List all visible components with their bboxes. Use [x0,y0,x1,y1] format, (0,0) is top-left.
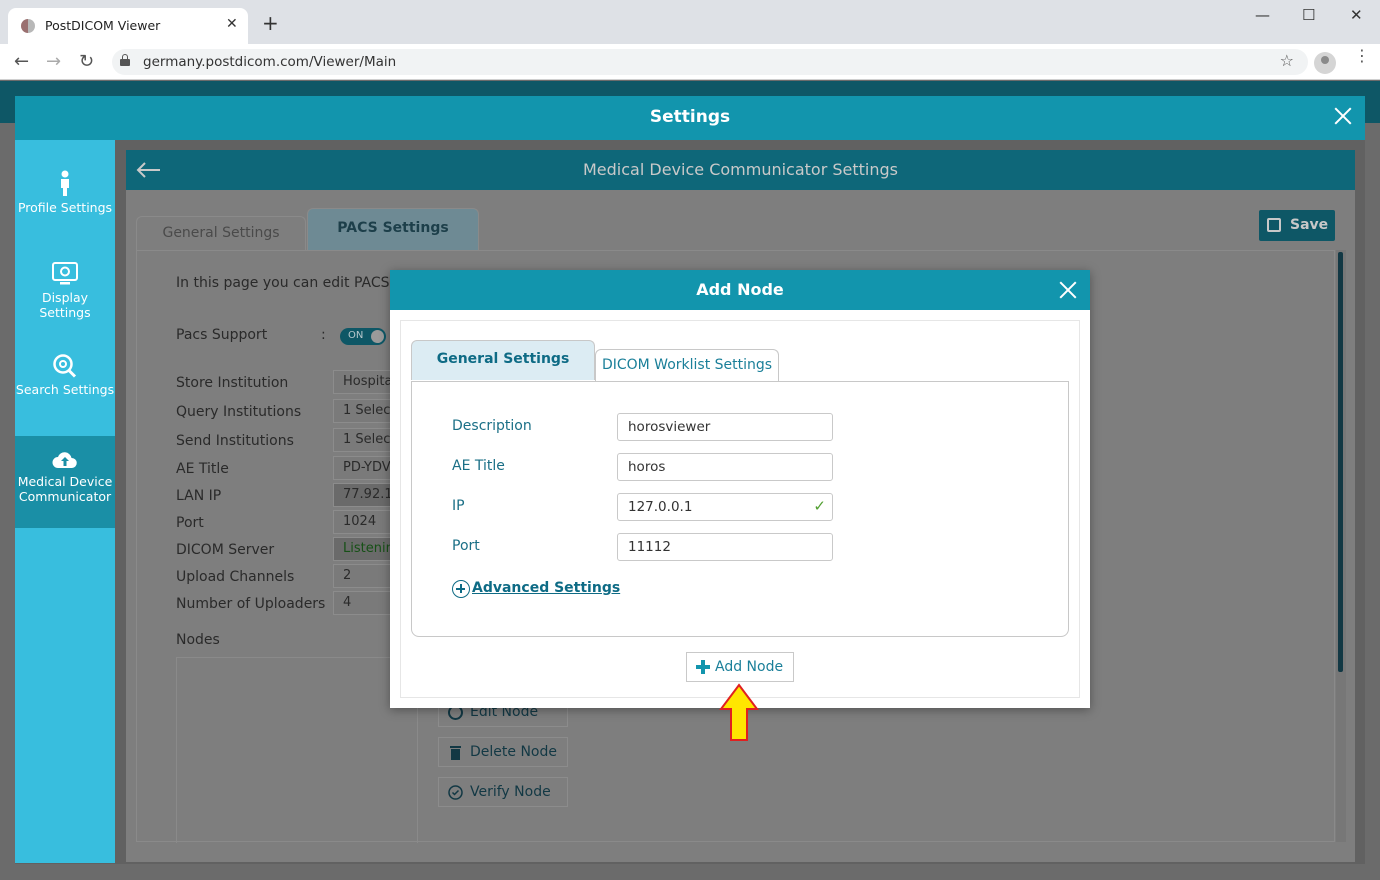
highlight-arrow-icon [719,683,759,741]
cloud-upload-icon [52,452,77,468]
sidebar-item-medical-device[interactable]: Medical Device Communicator [15,436,115,528]
scrollbar-thumb[interactable] [1338,252,1343,672]
tab-general-settings[interactable]: General Settings [136,216,306,250]
tab-node-general-settings[interactable]: General Settings [411,340,595,380]
toggle-knob [371,330,384,343]
tab-label: PACS Settings [337,220,449,236]
trash-icon [450,746,461,760]
url-text: germany.postdicom.com/Viewer/Main [143,54,397,70]
ip-label: IP [452,498,465,514]
new-tab-icon[interactable]: + [262,13,279,33]
save-button[interactable]: Save [1259,210,1335,241]
browser-menu-icon[interactable]: ⋮ [1354,48,1370,64]
sidebar-item-label: Profile Settings [17,200,113,215]
address-bar: ← → ↻ germany.postdicom.com/Viewer/Main … [0,44,1380,80]
description-input[interactable]: horosviewer [617,413,833,441]
mdc-panel-title: Medical Device Communicator Settings [583,160,898,179]
mdc-panel-header: Medical Device Communicator Settings [126,150,1355,190]
minimize-icon[interactable]: — [1255,6,1270,24]
browser-tab-title: PostDICOM Viewer [45,18,161,33]
delete-node-button[interactable]: Delete Node [438,737,568,767]
ae-title-label: AE Title [452,458,505,474]
add-node-title: Add Node [696,280,784,299]
plus-circle-icon [452,580,470,598]
settings-sidebar: Profile Settings Display Settings Search… [15,140,115,863]
pacs-intro-text: In this page you can edit PACS Ser [176,275,418,291]
pacs-support-toggle[interactable]: ON [340,328,386,345]
ae-title-input[interactable]: horos [617,453,833,481]
verify-node-label: Verify Node [470,784,551,800]
profile-avatar-icon[interactable] [1314,52,1336,74]
url-field[interactable]: germany.postdicom.com/Viewer/Main ☆ [112,49,1308,75]
sidebar-item-display[interactable]: Display Settings [15,262,115,354]
browser-tabstrip: PostDICOM Viewer ✕ + — ☐ ✕ [0,0,1380,44]
bookmark-star-icon[interactable]: ☆ [1280,51,1294,70]
tab-pacs-settings[interactable]: PACS Settings [307,208,479,250]
close-tab-icon[interactable]: ✕ [226,16,238,32]
ip-input[interactable]: 127.0.0.1 ✓ [617,493,833,521]
postdicom-favicon-icon [21,19,35,33]
save-label: Save [1290,217,1329,233]
field-label-upload-channels: Upload Channels [176,569,295,585]
port-label: Port [452,538,480,554]
sidebar-item-label: Display Settings [39,290,91,320]
valid-check-icon: ✓ [813,497,826,515]
settings-title-bar: Settings [15,96,1365,140]
field-label-send-institutions: Send Institutions [176,433,294,449]
ip-value: 127.0.0.1 [628,499,693,515]
field-label-lan-ip: LAN IP [176,488,222,504]
back-icon[interactable]: ← [14,51,29,72]
verify-node-button[interactable]: Verify Node [438,777,568,807]
window-close-icon[interactable]: ✕ [1350,6,1363,24]
reload-icon[interactable]: ↻ [79,51,94,72]
tab-dicom-worklist-settings[interactable]: DICOM Worklist Settings [595,349,779,381]
settings-title: Settings [649,107,731,127]
maximize-icon[interactable]: ☐ [1302,6,1315,24]
browser-tab[interactable]: PostDICOM Viewer ✕ [8,8,248,44]
add-node-label: Add Node [715,659,784,675]
add-node-button[interactable]: Add Node [686,652,794,682]
check-circle-icon [448,785,463,800]
field-label-number-of-uploaders: Number of Uploaders [176,596,326,612]
pacs-support-colon: : [321,327,326,343]
tab-label: DICOM Worklist Settings [601,357,773,373]
field-label-port: Port [176,515,204,531]
sidebar-item-label: Medical Device Communicator [17,474,113,504]
delete-node-label: Delete Node [470,744,557,760]
field-label-ae-title: AE Title [176,461,229,477]
field-label-store-institution: Store Institution [176,375,289,391]
advanced-settings-label: Advanced Settings [472,580,621,596]
pacs-support-label: Pacs Support [176,327,268,343]
lock-icon [120,54,130,66]
port-input[interactable]: 11112 [617,533,833,561]
content-scrollbar[interactable] [1336,250,1346,842]
tab-label: General Settings [162,225,280,241]
add-node-title-bar: Add Node [390,270,1090,310]
forward-icon[interactable]: → [46,51,61,72]
sidebar-item-search[interactable]: Search Settings [15,354,115,446]
sidebar-item-profile[interactable]: Profile Settings [15,170,115,262]
field-label-dicom-server: DICOM Server [176,542,275,558]
field-label-query-institutions: Query Institutions [176,404,302,420]
person-icon [61,170,69,196]
description-label: Description [452,418,532,434]
plus-icon [696,660,710,674]
settings-close-icon[interactable] [1331,104,1355,128]
nodes-label: Nodes [176,632,220,648]
modal-close-icon[interactable] [1056,278,1080,302]
floppy-disk-icon [1267,218,1281,232]
search-gear-icon [53,354,77,378]
nodes-list[interactable] [176,657,418,843]
monitor-gear-icon [52,262,78,285]
toggle-on-label: ON [348,330,364,341]
tab-label: General Settings [436,351,570,367]
sidebar-item-label: Search Settings [15,382,115,397]
